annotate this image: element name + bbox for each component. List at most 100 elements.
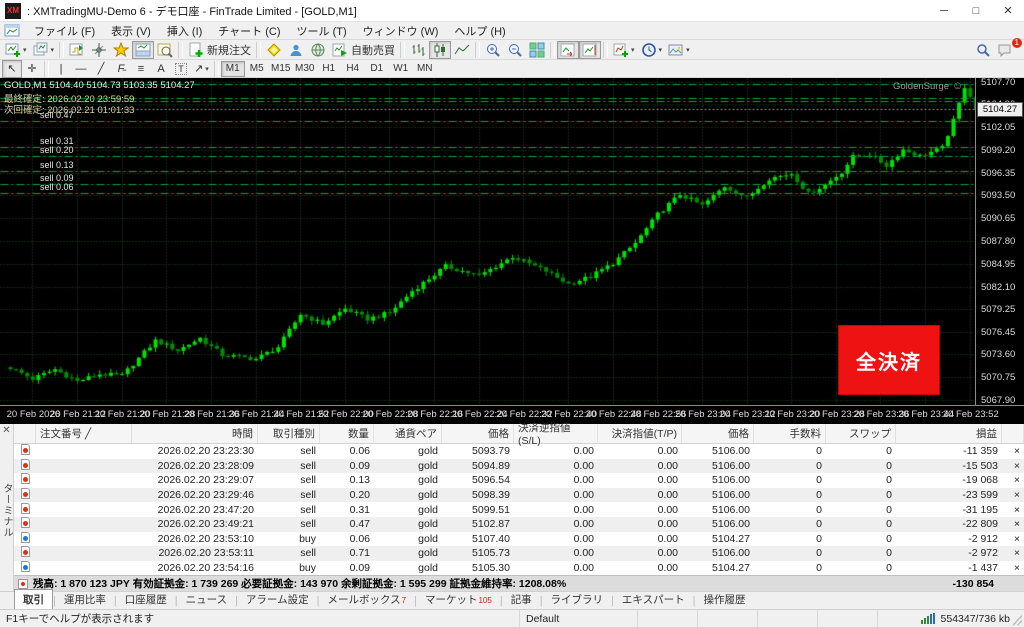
column-header-11[interactable]: スワップ	[826, 424, 896, 443]
menu-item[interactable]: ウィンドウ (W)	[355, 21, 447, 41]
close-order-icon[interactable]: ×	[1002, 518, 1024, 530]
close-order-icon[interactable]: ×	[1002, 489, 1024, 501]
trendline-tool[interactable]: ╱	[91, 60, 111, 78]
vertical-line-tool[interactable]: |	[51, 60, 71, 78]
time-axis[interactable]: 20 Feb 202620 Feb 21:1220 Feb 21:2020 Fe…	[0, 405, 1024, 424]
menu-item[interactable]: ツール (T)	[289, 21, 355, 41]
menu-item[interactable]: チャート (C)	[210, 21, 288, 41]
timeframe-m5[interactable]: M5	[245, 61, 269, 77]
terminal-tab-3[interactable]: 口座履歴	[117, 590, 175, 609]
templates-button[interactable]: ▾	[665, 41, 693, 59]
trade-row[interactable]: 2026.02.20 23:53:11sell0.71gold5105.730.…	[14, 546, 1024, 561]
status-profile[interactable]: Default	[520, 610, 638, 627]
trade-row[interactable]: 2026.02.20 23:49:21sell0.47gold5102.870.…	[14, 517, 1024, 532]
terminal-tab-11[interactable]: 操作履歴	[695, 590, 753, 609]
column-header-1[interactable]: 注文番号 ╱	[36, 424, 132, 443]
terminal-tab-8[interactable]: 記事	[503, 590, 540, 609]
community-button[interactable]	[285, 41, 307, 59]
close-button[interactable]: ✕	[992, 0, 1024, 21]
ea-smiley-icon[interactable]: ☺	[952, 80, 963, 92]
zoom-in-button[interactable]	[482, 41, 504, 59]
column-header-3[interactable]: 取引種別	[258, 424, 320, 443]
maximize-button[interactable]: □	[960, 0, 992, 21]
menu-item[interactable]: 挿入 (I)	[159, 21, 210, 41]
close-order-icon[interactable]: ×	[1002, 504, 1024, 516]
arrows-tool[interactable]: ↗▾	[191, 60, 212, 78]
notifications-icon[interactable]: 1	[994, 41, 1016, 59]
horizontal-line-tool[interactable]: —	[71, 60, 91, 78]
menu-item[interactable]: ファイル (F)	[26, 21, 103, 41]
profiles-button[interactable]: ▾	[30, 41, 58, 59]
column-header-5[interactable]: 通貨ペア	[374, 424, 442, 443]
terminal-button[interactable]	[132, 41, 154, 59]
periods-button[interactable]: ▾	[638, 41, 666, 59]
chart-shift-button[interactable]	[579, 41, 601, 59]
terminal-tab-6[interactable]: メールボックス7	[319, 590, 414, 609]
tile-windows-button[interactable]	[526, 41, 548, 59]
column-header-9[interactable]: 価格	[682, 424, 754, 443]
terminal-tab-2[interactable]: 運用比率	[56, 590, 114, 609]
terminal-close-icon[interactable]: ✕	[2, 425, 10, 437]
terminal-tab-9[interactable]: ライブラリ	[543, 590, 612, 609]
indicators-button[interactable]: ▾	[610, 41, 638, 59]
price-chart-canvas[interactable]	[0, 78, 975, 405]
close-order-icon[interactable]: ×	[1002, 474, 1024, 486]
timeframe-d1[interactable]: D1	[365, 61, 389, 77]
data-window-button[interactable]	[88, 41, 110, 59]
terminal-tab-4[interactable]: ニュース	[178, 590, 235, 609]
market-globe-button[interactable]	[307, 41, 329, 59]
menu-item[interactable]: ヘルプ (H)	[446, 21, 513, 41]
column-header-12[interactable]: 損益	[896, 424, 1002, 443]
trade-row[interactable]: 2026.02.20 23:53:10buy0.06gold5107.400.0…	[14, 532, 1024, 547]
fibonacci-tool[interactable]: F̵	[111, 60, 131, 78]
terminal-tab-5[interactable]: アラーム設定	[238, 590, 317, 609]
trade-row[interactable]: 2026.02.20 23:29:46sell0.20gold5098.390.…	[14, 488, 1024, 503]
new-chart-button[interactable]: ▾	[2, 41, 30, 59]
chart-plot[interactable]: GOLD,M1 5104.40 5104.73 5103.35 5104.27 …	[0, 78, 975, 405]
zoom-out-button[interactable]	[504, 41, 526, 59]
terminal-tab-7[interactable]: マーケット105	[417, 590, 500, 609]
cursor-tool[interactable]: ↖	[2, 60, 22, 78]
text-tool[interactable]: A	[151, 60, 171, 78]
auto-trading-button[interactable]: 自動売買	[329, 41, 398, 59]
navigator-button[interactable]	[110, 41, 132, 59]
trade-row[interactable]: 2026.02.20 23:54:16buy0.09gold5105.300.0…	[14, 561, 1024, 576]
timeframe-mn[interactable]: MN	[413, 61, 437, 77]
column-header-4[interactable]: 数量	[320, 424, 374, 443]
timeframe-w1[interactable]: W1	[389, 61, 413, 77]
line-chart-button[interactable]	[451, 41, 473, 59]
column-header-8[interactable]: 決済指値(T/P)	[598, 424, 682, 443]
metaeditor-button[interactable]	[263, 41, 285, 59]
timeframe-h4[interactable]: H4	[341, 61, 365, 77]
terminal-tab-1[interactable]: 取引	[14, 589, 53, 609]
timeframe-h1[interactable]: H1	[317, 61, 341, 77]
text-label-tool[interactable]: T	[171, 60, 191, 78]
auto-scroll-button[interactable]	[557, 41, 579, 59]
close-all-button[interactable]: 全決済	[838, 325, 940, 395]
timeframe-m30[interactable]: M30	[293, 61, 317, 77]
trade-row[interactable]: 2026.02.20 23:23:30sell0.06gold5093.790.…	[14, 444, 1024, 459]
close-order-icon[interactable]: ×	[1002, 562, 1024, 574]
crosshair-tool[interactable]: ✛	[22, 60, 42, 78]
resize-grip[interactable]	[1012, 615, 1022, 625]
trade-row[interactable]: 2026.02.20 23:47:20sell0.31gold5099.510.…	[14, 502, 1024, 517]
close-order-icon[interactable]: ×	[1002, 533, 1024, 545]
trade-row[interactable]: 2026.02.20 23:28:09sell0.09gold5094.890.…	[14, 459, 1024, 474]
terminal-tab-10[interactable]: エキスパート	[614, 590, 693, 609]
close-order-icon[interactable]: ×	[1002, 547, 1024, 559]
new-order-button[interactable]: 新規注文	[185, 41, 254, 59]
timeframe-m15[interactable]: M15	[269, 61, 293, 77]
timeframe-m1[interactable]: M1	[221, 61, 245, 77]
column-header-6[interactable]: 価格	[442, 424, 514, 443]
column-header-2[interactable]: 時間	[132, 424, 258, 443]
candlestick-chart-button[interactable]	[429, 41, 451, 59]
menu-item[interactable]: 表示 (V)	[103, 21, 159, 41]
minimize-button[interactable]: ─	[928, 0, 960, 21]
price-axis[interactable]: 5107.705104.905102.055099.205096.355093.…	[975, 78, 1024, 405]
market-watch-button[interactable]	[66, 41, 88, 59]
strategy-tester-button[interactable]	[154, 41, 176, 59]
search-icon[interactable]	[972, 41, 994, 59]
bar-chart-button[interactable]	[407, 41, 429, 59]
column-header-10[interactable]: 手数料	[754, 424, 826, 443]
close-order-icon[interactable]: ×	[1002, 460, 1024, 472]
